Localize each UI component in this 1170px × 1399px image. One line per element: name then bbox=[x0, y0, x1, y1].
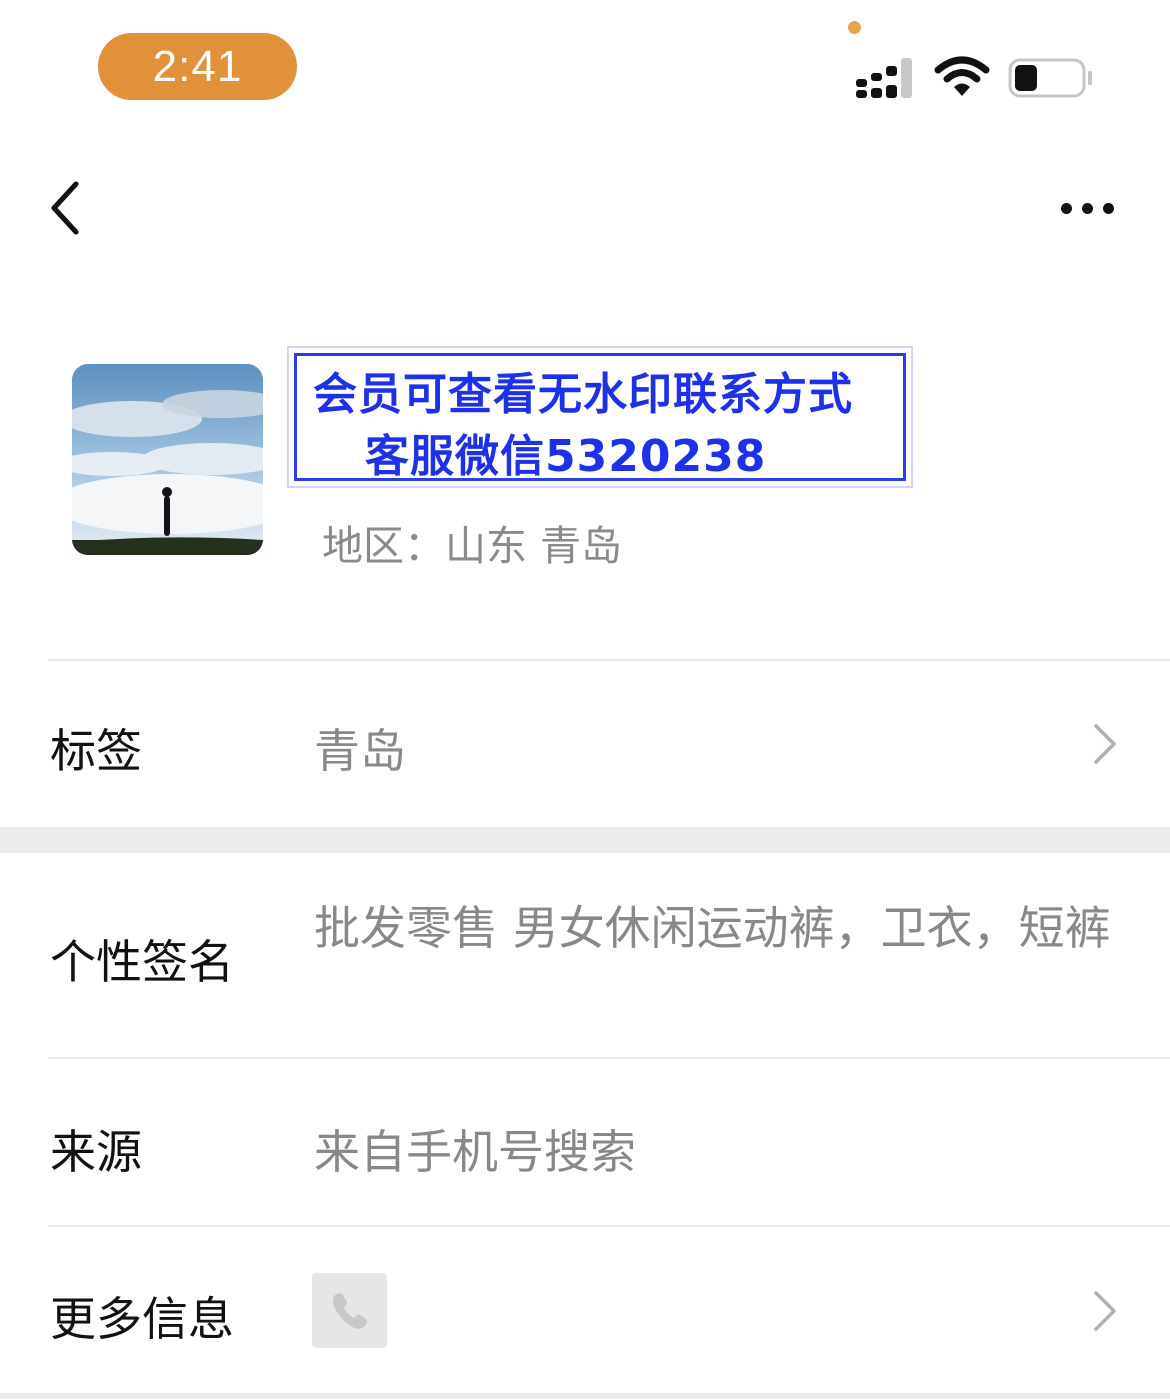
status-time: 2:41 bbox=[98, 33, 297, 100]
watermark-text-line1: 会员可查看无水印联系方式 bbox=[313, 369, 853, 420]
tags-label: 标签 bbox=[50, 724, 142, 778]
signature-value: 批发零售 男女休闲运动裤，卫衣，短裤 bbox=[314, 901, 1111, 955]
tags-value: 青岛 bbox=[314, 724, 406, 778]
section-separator bbox=[0, 827, 1170, 853]
tags-row[interactable] bbox=[0, 661, 1170, 827]
cellular-signal-icon bbox=[856, 58, 912, 98]
avatar[interactable] bbox=[72, 364, 263, 555]
watermark-text-line2: 客服微信5320238 bbox=[365, 431, 767, 482]
source-label: 来源 bbox=[50, 1125, 142, 1179]
watermark-overlay: 会员可查看无水印联系方式 客服微信5320238 bbox=[287, 346, 913, 488]
region-text: 地区：山东 青岛 bbox=[322, 522, 623, 570]
ellipsis-icon bbox=[1060, 202, 1072, 214]
chevron-left-icon bbox=[51, 181, 79, 235]
signature-label: 个性签名 bbox=[50, 935, 234, 989]
chevron-right-icon bbox=[1094, 724, 1116, 764]
phone-icon bbox=[312, 1273, 387, 1348]
divider bbox=[48, 1057, 1170, 1059]
bottom-band bbox=[0, 1393, 1170, 1399]
more-options-button[interactable] bbox=[1052, 190, 1122, 226]
more-info-label: 更多信息 bbox=[50, 1292, 234, 1346]
privacy-indicator-dot bbox=[848, 21, 861, 34]
wifi-icon bbox=[934, 56, 990, 96]
back-button[interactable] bbox=[44, 178, 90, 238]
battery-icon bbox=[1008, 58, 1092, 98]
status-bar: 2:41 bbox=[0, 0, 1170, 130]
chevron-right-icon bbox=[1094, 1291, 1116, 1331]
source-value: 来自手机号搜索 bbox=[314, 1125, 636, 1179]
